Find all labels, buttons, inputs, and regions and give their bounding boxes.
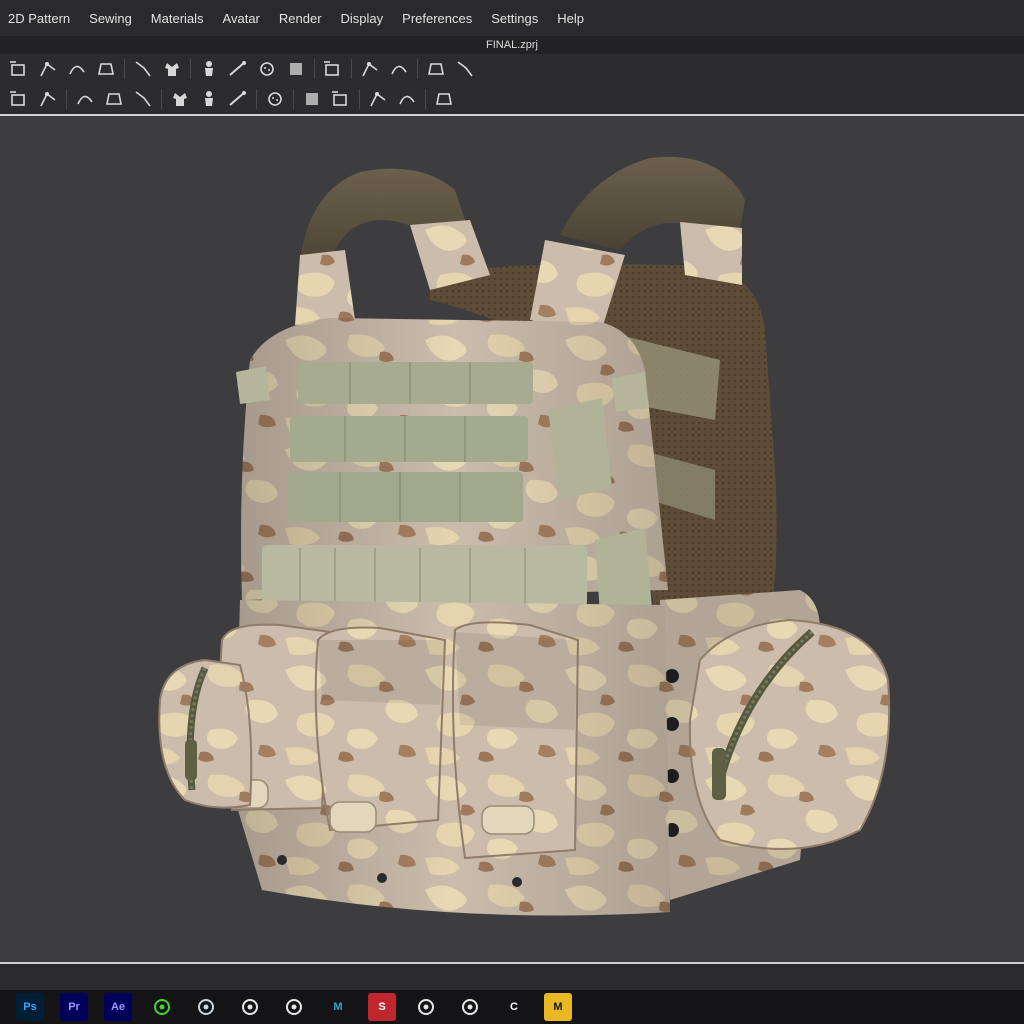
status-strip [0, 964, 1024, 990]
button-icon[interactable] [167, 86, 193, 112]
elastic-loops [262, 545, 587, 607]
flatten-icon[interactable] [196, 56, 222, 82]
3d-viewport[interactable] [0, 116, 1024, 962]
puckering-icon[interactable] [365, 86, 391, 112]
menu-preferences[interactable]: Preferences [402, 11, 472, 26]
taskbar-recorder-icon[interactable] [456, 993, 484, 1021]
toolbar-separator [124, 59, 125, 79]
toolbar-separator [190, 59, 191, 79]
transform-pattern-icon[interactable] [6, 56, 32, 82]
align-icon[interactable] [431, 86, 457, 112]
zipper-icon[interactable] [225, 86, 251, 112]
taskbar-photoshop-icon[interactable]: Ps [16, 993, 44, 1021]
side-pouch-left [158, 658, 253, 809]
graphic-icon[interactable] [328, 86, 354, 112]
taskbar-razer-icon[interactable] [148, 993, 176, 1021]
measure-line-icon[interactable] [357, 56, 383, 82]
taskbar-steam-icon[interactable] [192, 993, 220, 1021]
menu-avatar[interactable]: Avatar [223, 11, 260, 26]
shirt-back-tool-icon[interactable] [254, 56, 280, 82]
fold-shirt-alt-icon[interactable] [452, 56, 478, 82]
edit-pattern-icon[interactable] [35, 56, 61, 82]
toolbar-separator [417, 59, 418, 79]
free-sewing-icon[interactable] [35, 86, 61, 112]
taskbar-zbrush-icon[interactable] [280, 993, 308, 1021]
toolbar-separator [161, 89, 162, 109]
topstitch-icon[interactable] [262, 86, 288, 112]
taskbar-after-effects-icon[interactable]: Ae [104, 993, 132, 1021]
garment-render [158, 156, 891, 916]
menu-settings[interactable]: Settings [491, 11, 538, 26]
toolbar-separator [351, 59, 352, 79]
toolbar-separator [66, 89, 67, 109]
menu-help[interactable]: Help [557, 11, 584, 26]
velcro-rows [288, 362, 533, 522]
taskbar-substance-painter-icon[interactable]: S [368, 993, 396, 1021]
toolbar-row-1 [0, 54, 1024, 84]
shrinkage-icon[interactable] [320, 56, 346, 82]
taskbar-marmoset-icon[interactable]: M [544, 993, 572, 1021]
taskbar-marvelous-designer-icon[interactable] [236, 993, 264, 1021]
trace-icon[interactable] [159, 56, 185, 82]
edit-curvature-icon[interactable] [64, 56, 90, 82]
taskbar-maya-icon[interactable]: M [324, 993, 352, 1021]
fold-icon[interactable] [394, 86, 420, 112]
menu-render[interactable]: Render [279, 11, 322, 26]
taskbar-zbrush-2-icon[interactable] [412, 993, 440, 1021]
menu-2d-pattern[interactable]: 2D Pattern [8, 11, 70, 26]
internal-line-icon[interactable] [130, 56, 156, 82]
taskbar-premiere-pro-icon[interactable]: Pr [60, 993, 88, 1021]
stitch-icon[interactable] [130, 86, 156, 112]
segment-sewing-icon[interactable] [6, 86, 32, 112]
toolbar-separator [293, 89, 294, 109]
menu-materials[interactable]: Materials [151, 11, 204, 26]
menu-display[interactable]: Display [341, 11, 384, 26]
buttonhole-icon[interactable] [196, 86, 222, 112]
taskbar-clo-icon[interactable]: C [500, 993, 528, 1021]
texture-icon[interactable] [299, 86, 325, 112]
menu-bar: 2D Pattern Sewing Materials Avatar Rende… [0, 0, 1024, 36]
check-sewing-icon[interactable] [101, 86, 127, 112]
menu-sewing[interactable]: Sewing [89, 11, 132, 26]
toolbar-separator [314, 59, 315, 79]
os-taskbar: Ps Pr Ae M S C M [0, 990, 1024, 1024]
avatar-figure-icon[interactable] [283, 56, 309, 82]
toolbar-separator [359, 89, 360, 109]
toolbar-separator [425, 89, 426, 109]
tshirt-tool-icon[interactable] [225, 56, 251, 82]
toolbar-row-2 [0, 84, 1024, 114]
pin-icon[interactable] [386, 56, 412, 82]
toolbar-separator [256, 89, 257, 109]
window-title: FINAL.zprj [0, 36, 1024, 54]
mirror-sewing-icon[interactable] [72, 86, 98, 112]
add-point-icon[interactable] [93, 56, 119, 82]
fold-shirt-icon[interactable] [423, 56, 449, 82]
